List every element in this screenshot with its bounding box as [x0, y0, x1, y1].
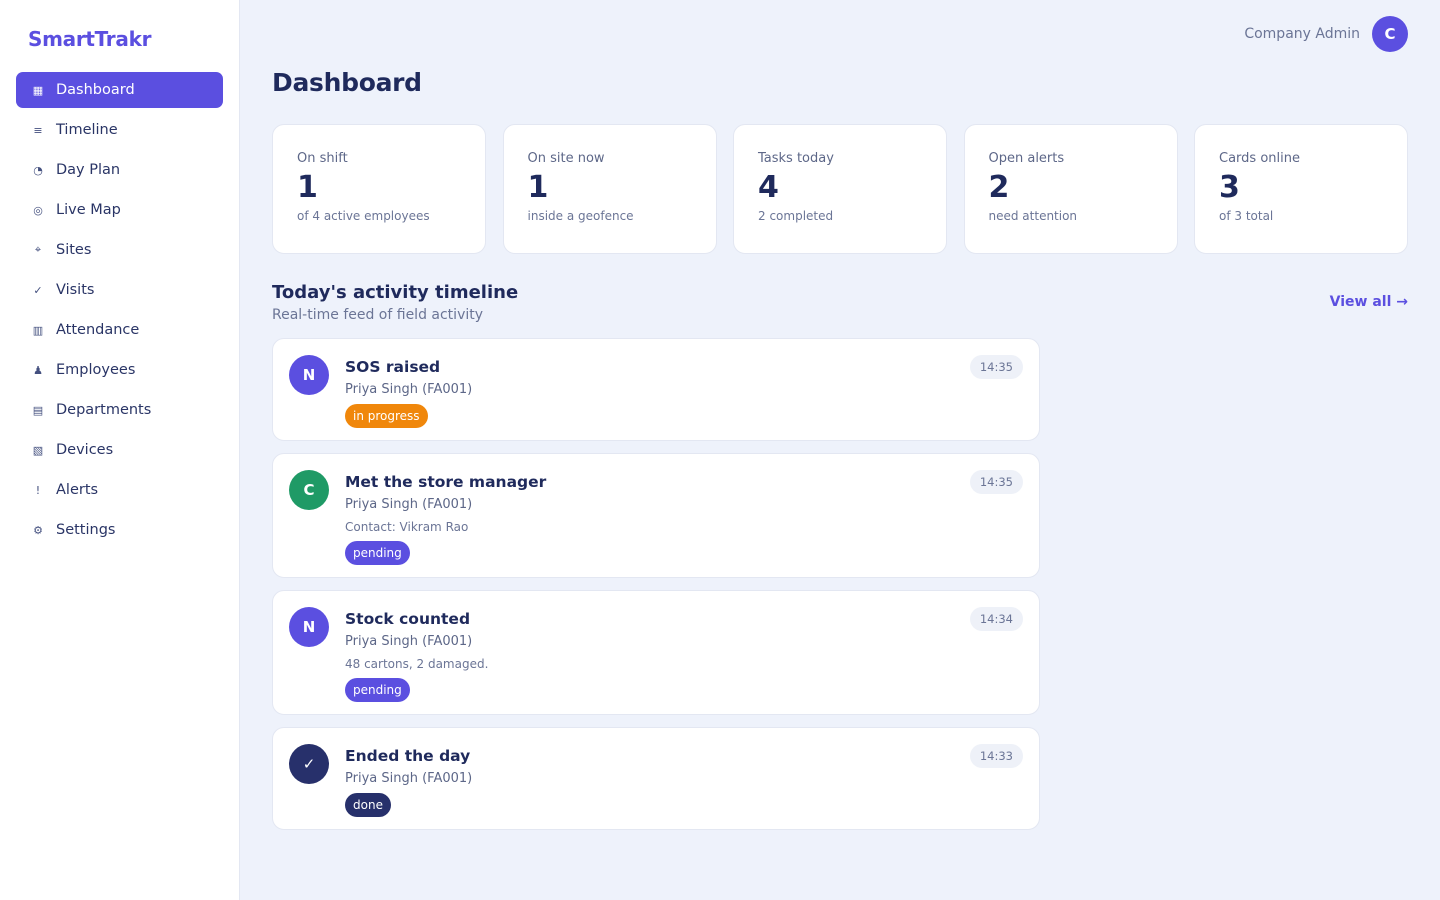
activity-timeline: N SOS raised Priya Singh (FA001) in progres…: [272, 338, 1040, 842]
event-person: Priya Singh (FA001): [345, 497, 473, 512]
sidebar-item-devices[interactable]: ▧ Devices: [16, 432, 223, 468]
view-all-link[interactable]: View all →: [1330, 294, 1408, 310]
stat-card[interactable]: Open alerts 2 need attention: [963, 124, 1178, 254]
stat-label: Open alerts: [988, 151, 1065, 166]
event-time: 14:34: [969, 607, 1023, 631]
timeline-event[interactable]: N SOS raised Priya Singh (FA001) in progres…: [272, 338, 1040, 441]
event-detail: Contact: Vikram Rao: [345, 520, 469, 534]
event-person: Priya Singh (FA001): [345, 634, 473, 649]
event-detail: 48 cartons, 2 damaged.: [345, 657, 489, 671]
crosshair-icon: ⌖: [34, 243, 42, 256]
sidebar-nav: ▦ Dashboard ≡ Timeline ◔ Day Plan ◎ Live Map ⌖ Si…: [16, 72, 223, 548]
stat-subtext: need attention: [988, 209, 1078, 223]
event-title: Ended the day: [345, 747, 471, 765]
sidebar-item-label: Timeline: [56, 122, 118, 138]
timeline-title: Today's activity timeline: [272, 282, 519, 303]
timeline-event[interactable]: N Stock counted Priya Singh (FA001) 48 cart…: [272, 590, 1040, 715]
event-time: 14:33: [969, 744, 1023, 768]
stat-label: On shift: [297, 151, 348, 166]
sidebar-item-attendance[interactable]: ▥ Attendance: [16, 312, 223, 348]
stat-subtext: inside a geofence: [527, 209, 634, 223]
event-avatar: N: [289, 355, 329, 395]
sidebar-item-sites[interactable]: ⌖ Sites: [16, 232, 223, 268]
sidebar-item-label: Settings: [56, 522, 116, 538]
sidebar-item-label: Dashboard: [56, 82, 135, 98]
app-shell: SmartTrakr ▦ Dashboard ≡ Timeline ◔ Day Plan ◎…: [0, 0, 1440, 900]
event-title: Stock counted: [345, 610, 471, 628]
timeline-header: Today's activity timeline Real-time feed…: [272, 282, 1408, 324]
sidebar-item-timeline[interactable]: ≡ Timeline: [16, 112, 223, 148]
stat-card[interactable]: Cards online 3 of 3 total: [1194, 124, 1408, 254]
sidebar-item-label: Departments: [56, 402, 152, 418]
stat-value: 1: [527, 170, 549, 205]
sidebar-item-label: Sites: [56, 242, 92, 258]
check-icon: ✓: [33, 283, 43, 297]
stat-label: Cards online: [1219, 151, 1300, 166]
event-time: 14:35: [969, 470, 1023, 494]
brand-logo[interactable]: SmartTrakr: [16, 26, 223, 52]
sidebar-item-label: Day Plan: [56, 162, 121, 178]
topbar: Company Admin C: [1244, 16, 1408, 52]
stat-card[interactable]: On site now 1 inside a geofence: [502, 124, 717, 254]
check-avatar-icon: ✓: [289, 744, 329, 784]
stat-value: 2: [988, 170, 1010, 205]
event-time: 14:35: [969, 355, 1023, 379]
sidebar-item-label: Visits: [56, 282, 95, 298]
rows-icon: ▤: [32, 403, 44, 417]
sidebar-item-employees[interactable]: ♟ Employees: [16, 352, 223, 388]
event-title: Met the store manager: [345, 473, 547, 491]
person-icon: ♟: [33, 363, 43, 377]
timeline-event[interactable]: C Met the store manager Priya Singh (FA001…: [272, 453, 1040, 578]
status-badge: in progress: [345, 404, 428, 428]
device-icon: ▧: [32, 443, 44, 457]
event-title: SOS raised: [345, 358, 441, 376]
sidebar-item-label: Alerts: [56, 482, 99, 498]
sidebar-item-departments[interactable]: ▤ Departments: [16, 392, 223, 428]
pie-icon: ◔: [33, 163, 43, 177]
sidebar-item-label: Employees: [56, 362, 136, 378]
event-avatar: N: [289, 607, 329, 647]
sidebar-item-label: Devices: [56, 442, 114, 458]
exclamation-icon: !: [35, 483, 41, 497]
timeline-subtitle: Real-time feed of field activity: [272, 307, 484, 323]
sidebar-item-alerts[interactable]: ! Alerts: [16, 472, 223, 508]
event-person: Priya Singh (FA001): [345, 382, 473, 397]
stat-value: 1: [297, 170, 318, 205]
sidebar-item-label: Live Map: [56, 202, 121, 218]
stat-label: Tasks today: [758, 151, 834, 166]
list-icon: ≡: [33, 123, 43, 137]
sidebar-item-dashboard[interactable]: ▦ Dashboard: [16, 72, 223, 108]
user-name[interactable]: Company Admin: [1244, 26, 1360, 42]
stat-card[interactable]: Tasks today 4 2 completed: [733, 124, 947, 254]
target-icon: ◎: [33, 203, 43, 217]
status-badge: pending: [345, 541, 410, 565]
gear-icon: ⚙: [33, 523, 43, 537]
sidebar-item-live-map[interactable]: ◎ Live Map: [16, 192, 223, 228]
sidebar: SmartTrakr ▦ Dashboard ≡ Timeline ◔ Day Plan ◎…: [0, 0, 240, 900]
stats-row: On shift 1 of 4 active employees On site no…: [272, 124, 1408, 254]
status-badge: pending: [345, 678, 410, 702]
user-avatar[interactable]: C: [1372, 16, 1408, 52]
stat-value: 4: [758, 170, 779, 205]
stat-value: 3: [1219, 170, 1240, 205]
event-person: Priya Singh (FA001): [345, 771, 473, 786]
stat-subtext: of 4 active employees: [297, 209, 430, 223]
sidebar-item-settings[interactable]: ⚙ Settings: [16, 512, 223, 548]
sidebar-item-day-plan[interactable]: ◔ Day Plan: [16, 152, 223, 188]
columns-icon: ▥: [32, 323, 44, 337]
event-avatar: C: [289, 470, 329, 510]
stat-card[interactable]: On shift 1 of 4 active employees: [272, 124, 486, 254]
stat-label: On site now: [527, 151, 605, 166]
status-badge: done: [345, 793, 391, 817]
stat-subtext: 2 completed: [758, 209, 834, 223]
page-title: Dashboard: [272, 68, 422, 97]
grid-icon: ▦: [32, 83, 44, 97]
stat-subtext: of 3 total: [1219, 209, 1274, 223]
timeline-event[interactable]: ✓ Ended the day Priya Singh (FA001) done 14:…: [272, 727, 1040, 830]
main-content: Company Admin C Dashboard On shift 1 of 4 …: [240, 0, 1440, 900]
sidebar-item-label: Attendance: [56, 322, 140, 338]
sidebar-item-visits[interactable]: ✓ Visits: [16, 272, 223, 308]
